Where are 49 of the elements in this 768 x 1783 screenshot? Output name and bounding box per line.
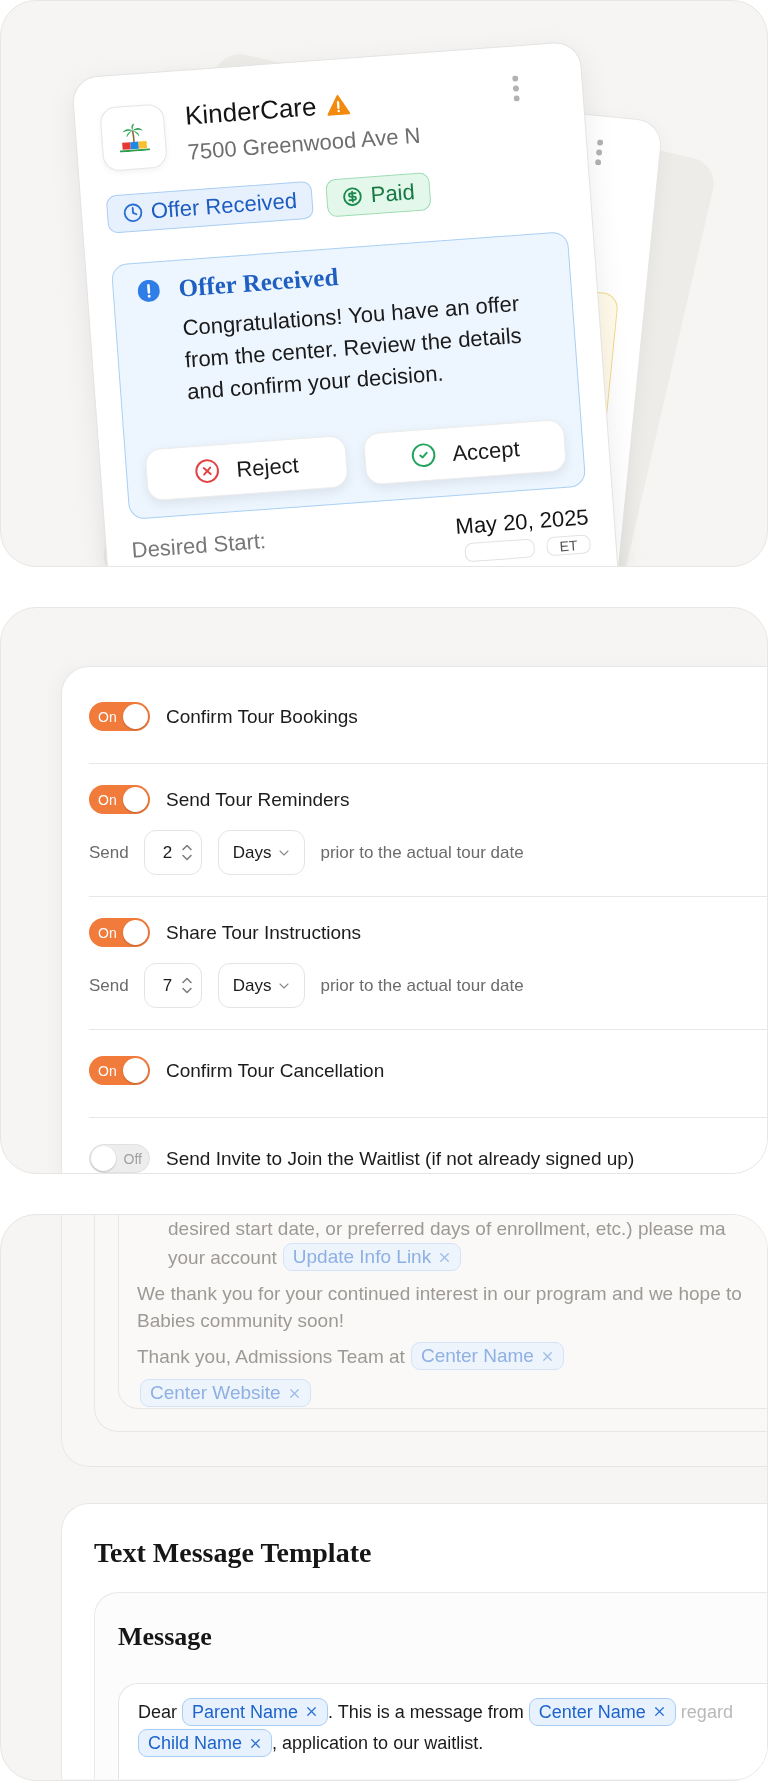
number-field[interactable]: 2 <box>143 830 202 875</box>
toggle-switch[interactable]: On <box>89 918 150 947</box>
send-label: Send <box>89 974 129 997</box>
x-circle-icon <box>193 457 222 485</box>
more-icon[interactable] <box>512 75 520 102</box>
number-field[interactable]: 7 <box>143 963 202 1008</box>
status-label: Offer Received <box>150 187 298 225</box>
field-label: Desired Start: <box>130 528 267 564</box>
schedule-hint: prior to the actual tour date <box>320 841 524 864</box>
section-title: Message <box>118 1621 212 1653</box>
palm-tree-icon <box>117 122 150 153</box>
email-paragraph: We thank you for your continued interest in our program and we hope to Babies community soon! <box>137 1282 742 1333</box>
toggle-switch[interactable]: On <box>89 1056 150 1085</box>
message-text: . This is a message from <box>328 1700 525 1724</box>
time-field[interactable] <box>464 538 536 563</box>
toggle-switch[interactable]: On <box>89 785 150 814</box>
variable-tag[interactable]: Parent Name <box>182 1697 329 1726</box>
email-text: your account <box>168 1245 277 1270</box>
email-text: Thank you, Admissions Team at <box>137 1344 405 1369</box>
setting-label: Confirm Tour Cancellation <box>166 1058 385 1083</box>
info-icon <box>137 279 161 303</box>
clock-icon <box>122 202 144 224</box>
setting-label: Confirm Tour Bookings <box>166 704 358 729</box>
timezone-field[interactable]: ET <box>545 534 592 557</box>
template-title: Text Message Template <box>94 1536 372 1570</box>
more-icon[interactable] <box>594 139 604 166</box>
unit-dropdown[interactable]: Days <box>217 963 306 1008</box>
dollar-icon <box>342 186 364 208</box>
send-label: Send <box>89 841 129 864</box>
email-text: desired start date, or preferred days of enrollment, etc.) please ma <box>167 1217 726 1241</box>
schedule-hint: prior to the actual tour date <box>320 974 524 997</box>
stepper-icon[interactable] <box>182 977 193 994</box>
message-text: , application to our waitlist. <box>272 1732 484 1756</box>
variable-tag[interactable]: Child Name <box>138 1729 273 1758</box>
stepper-icon[interactable] <box>182 844 193 861</box>
alert-title: Offer Received <box>177 262 340 304</box>
check-circle-icon <box>409 441 438 470</box>
setting-label: Send Tour Reminders <box>166 787 350 812</box>
reject-button[interactable]: Reject <box>144 434 349 502</box>
message-text: regard <box>679 1700 733 1724</box>
center-name: KinderCare <box>183 91 318 131</box>
unit-dropdown[interactable]: Days <box>217 830 306 875</box>
payment-label: Paid <box>369 179 416 209</box>
setting-label: Share Tour Instructions <box>166 920 362 945</box>
setting-label: Send Invite to Join the Waitlist (if not already signed up) <box>166 1146 635 1171</box>
message-input[interactable]: Dear Parent Name . This is a message from Center Name regard Child Name , application to our waitlist. <box>118 1683 767 1779</box>
toggle-switch[interactable]: On <box>89 702 150 731</box>
variable-tag[interactable]: Center Name <box>528 1697 676 1726</box>
message-text: Dear <box>138 1700 178 1724</box>
